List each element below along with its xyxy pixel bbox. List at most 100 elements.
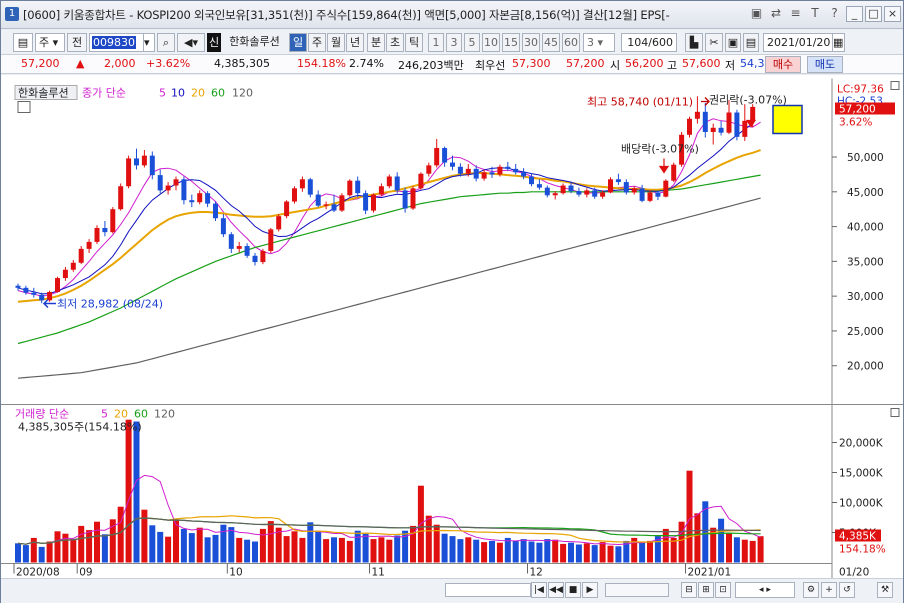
reset-icon[interactable]: ↺ — [839, 582, 855, 598]
volume-bar — [323, 539, 330, 563]
bar-chart-icon[interactable]: ▙ — [685, 33, 703, 52]
candle-body — [149, 155, 155, 176]
candle-body — [15, 285, 21, 288]
minimize-button[interactable]: _ — [846, 6, 863, 22]
config-icon[interactable]: ▤ — [13, 33, 33, 52]
price-change: 2,000 — [104, 57, 136, 70]
candle-body — [244, 246, 250, 256]
low-note: 최저 28,982 (08/24) — [57, 298, 163, 311]
horizontal-scrollbar[interactable]: ◂ ▸ — [735, 582, 795, 598]
print-icon[interactable]: ▤ — [743, 33, 759, 52]
interval-3[interactable]: 3 — [446, 33, 462, 52]
candle-body — [584, 190, 590, 195]
interval-45[interactable]: 45 — [542, 33, 560, 52]
date-input[interactable]: 2021/01/20 ▦ — [763, 33, 845, 52]
buy-button[interactable]: 매수 — [765, 56, 801, 73]
volume-last-pct: 154.18% — [839, 544, 886, 556]
menu-icon[interactable]: ≡ — [788, 6, 803, 21]
font-icon[interactable]: T — [808, 6, 823, 21]
candle-body — [118, 186, 124, 210]
prev-button[interactable]: 전 — [67, 33, 87, 52]
dividend-note: 배당락(-3.07%) — [621, 143, 699, 156]
candle-body — [473, 168, 479, 179]
add-panel-icon[interactable]: + — [821, 582, 837, 598]
volume-bar — [512, 540, 519, 563]
chart-area[interactable]: 한화솔루션 종가 단순 5 10 20 60 120 50,000 45,000 4… — [1, 75, 903, 585]
tab-month[interactable]: 월 — [327, 33, 345, 52]
sell-button[interactable]: 매도 — [807, 56, 843, 73]
volume-bar — [196, 527, 203, 563]
volume-value-text: 4,385,305주(154.18%) — [18, 421, 142, 434]
candle-body — [402, 190, 408, 209]
candle-body — [268, 229, 274, 251]
scroll-prev-button[interactable]: ◀◀ — [548, 582, 564, 598]
play-button[interactable]: ▶ — [582, 582, 598, 598]
stop-button[interactable]: ■ — [565, 582, 581, 598]
candle-body — [718, 127, 724, 133]
zoom-in-icon[interactable]: ⊞ — [698, 582, 714, 598]
layout-icon[interactable]: ▣ — [749, 6, 764, 21]
volume-bar — [212, 534, 219, 563]
zoom-out-icon[interactable]: ⊟ — [681, 582, 697, 598]
interval-30[interactable]: 30 — [522, 33, 540, 52]
save-icon[interactable]: ▣ — [725, 33, 741, 52]
candle-body — [442, 147, 448, 163]
candle-body — [292, 188, 297, 202]
last-pct-tag: 3.62% — [839, 117, 872, 129]
highlight-box[interactable] — [772, 104, 803, 135]
close-button[interactable]: × — [884, 6, 901, 22]
rights-note: 권리락(-3.07%) — [709, 94, 787, 107]
range-input[interactable]: 104/600 — [621, 33, 677, 52]
best-label: 최우선 — [475, 59, 506, 72]
volume-bar — [504, 537, 511, 563]
candle-body — [205, 193, 211, 204]
legend-ma5: 5 — [159, 87, 166, 100]
volume-bar — [496, 542, 503, 563]
candle-body — [284, 201, 290, 217]
candle-body — [371, 194, 376, 211]
best-bid: 57,200 — [566, 57, 605, 70]
tab-year[interactable]: 년 — [346, 33, 364, 52]
tab-tick[interactable]: 틱 — [405, 33, 423, 52]
period-select[interactable]: 주 ▾ — [35, 33, 65, 52]
price-panel-max-icon[interactable] — [890, 81, 900, 90]
count-select[interactable]: 3 ▾ — [583, 33, 615, 52]
interval-10[interactable]: 10 — [482, 33, 500, 52]
interval-15[interactable]: 15 — [502, 33, 520, 52]
link-icon[interactable]: ⇄ — [769, 6, 784, 21]
settings-icon[interactable]: ⚙ — [803, 582, 819, 598]
price-tick-label: 50,000 — [847, 152, 884, 164]
zoom-slider[interactable] — [605, 583, 669, 597]
tab-day[interactable]: 일 — [289, 33, 307, 52]
interval-60[interactable]: 60 — [562, 33, 580, 52]
code-input[interactable]: 009830 ▾ — [89, 33, 155, 52]
volume-panel-max-icon[interactable] — [890, 408, 900, 417]
legend-ma20: 20 — [191, 87, 205, 100]
candle-body — [521, 172, 527, 177]
x-tick-label: 11 — [372, 567, 385, 579]
app-icon[interactable]: 1 — [5, 7, 19, 21]
volume-last-tag: 4,385K — [839, 531, 877, 543]
fit-icon[interactable]: ⊡ — [715, 582, 731, 598]
scroll-track[interactable] — [445, 583, 531, 597]
x-tick-label: 10 — [229, 567, 242, 579]
help-icon[interactable]: ? — [827, 6, 842, 21]
sound-icon[interactable]: ◀▾ — [177, 33, 205, 52]
tool-button-icon[interactable]: ⚒ — [877, 582, 893, 598]
interval-5[interactable]: 5 — [464, 33, 480, 52]
volume-bar — [331, 537, 337, 563]
calendar-icon[interactable]: ▦ — [832, 34, 844, 51]
tab-minute[interactable]: 분 — [367, 33, 385, 52]
search-icon[interactable]: ⌕ — [157, 33, 175, 52]
scroll-first-button[interactable]: |◀ — [531, 582, 547, 598]
candle-body — [450, 162, 455, 167]
tool-icon[interactable]: ✂ — [705, 33, 723, 52]
data-table-icon[interactable] — [17, 101, 31, 113]
volume-bar — [489, 540, 495, 563]
tab-week[interactable]: 주 — [308, 33, 326, 52]
interval-1[interactable]: 1 — [428, 33, 444, 52]
candle-body — [529, 176, 534, 185]
maximize-button[interactable]: □ — [865, 6, 882, 22]
price-tick-label: 20,000 — [847, 361, 884, 373]
tab-second[interactable]: 초 — [386, 33, 404, 52]
